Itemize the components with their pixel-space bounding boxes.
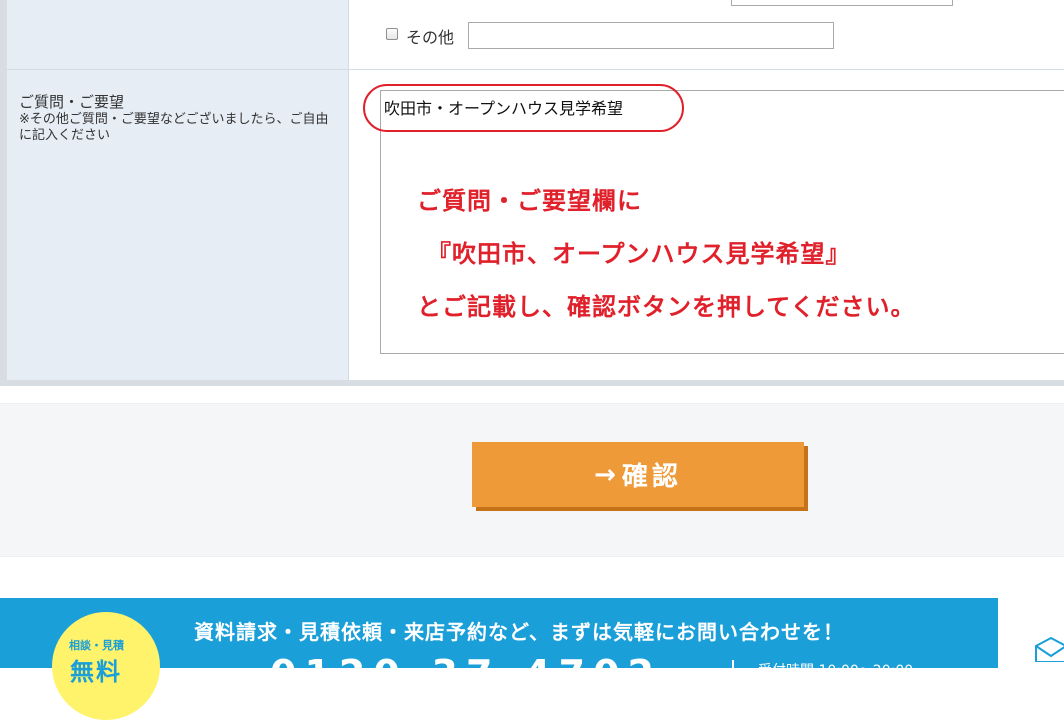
instruction-line-2: 『吹田市、オープンハウス見学希望』 [427, 240, 851, 268]
confirm-button-label: 確認 [621, 462, 682, 492]
instruction-line-3: とご記載し、確認ボタンを押してください。 [417, 293, 916, 321]
banner-divider [732, 660, 734, 680]
table-bottom-border [0, 380, 1064, 386]
previous-text-field[interactable] [731, 0, 953, 6]
question-field-note: ※その他ご質問・ご要望などございましたら、ご自由に記入ください [19, 112, 329, 143]
label-column [7, 0, 349, 380]
banner-headline: 資料請求・見積依頼・来店予約など、まずは気軽にお問い合わせを！ [194, 620, 844, 644]
row-divider [7, 69, 1064, 70]
arrow-right-icon: → [594, 459, 616, 490]
phone-number[interactable]: 0120-37-4702 [270, 652, 662, 696]
free-badge-caption: 相談・見積 [69, 639, 124, 652]
other-text-field[interactable] [468, 22, 834, 49]
mail-icon[interactable] [1034, 636, 1064, 662]
free-badge-label: 無料 [70, 658, 122, 686]
question-field-label: ご質問・ご要望 [19, 93, 125, 111]
table-left-border [0, 0, 7, 386]
other-checkbox-label: その他 [406, 28, 455, 47]
other-checkbox[interactable] [386, 28, 398, 40]
business-hours: 受付時間 10:00～20:00 [758, 663, 914, 679]
instruction-line-1: ご質問・ご要望欄に [417, 187, 642, 215]
highlight-ellipse [363, 84, 684, 132]
confirm-button[interactable]: → 確認 [472, 442, 804, 507]
